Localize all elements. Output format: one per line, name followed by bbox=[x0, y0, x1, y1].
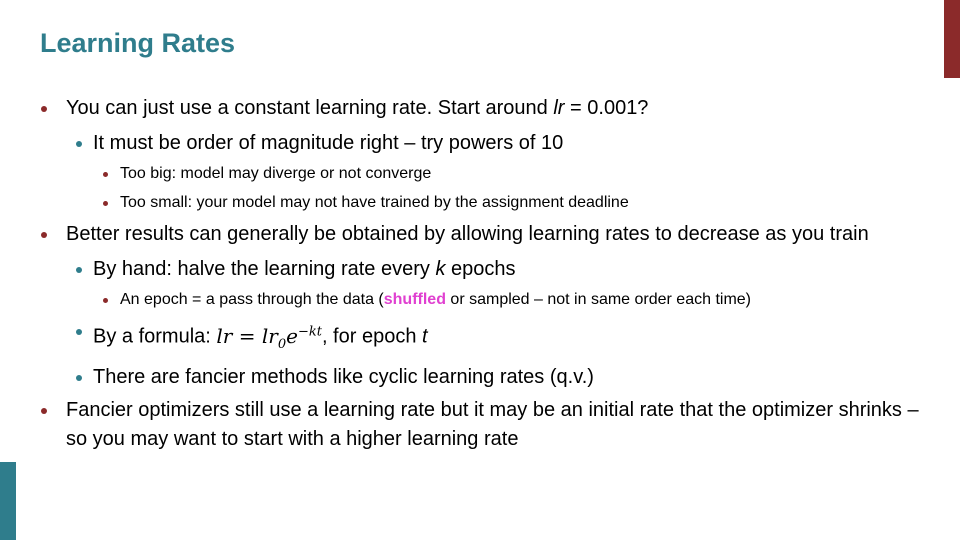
shuffled-highlight: shuffled bbox=[383, 291, 446, 308]
slide-content: You can just use a constant learning rat… bbox=[38, 94, 928, 460]
bullet-too-big: Too big: model may diverge or not conver… bbox=[38, 162, 928, 186]
formula: lr = lr0e−kt bbox=[216, 323, 322, 352]
accent-bar-top bbox=[944, 0, 960, 78]
bullet-too-small: Too small: your model may not have train… bbox=[38, 191, 928, 215]
bullet-dot bbox=[103, 298, 108, 303]
bullet-dot bbox=[41, 106, 47, 112]
bullet-dot bbox=[76, 329, 82, 335]
bullet-decreasing-lr: Better results can generally be obtained… bbox=[38, 220, 928, 249]
bullet-dot bbox=[41, 232, 47, 238]
bullet-dot bbox=[41, 407, 47, 414]
bullet-dot bbox=[76, 374, 82, 381]
bullet-dot bbox=[103, 172, 108, 177]
bullet-dot bbox=[76, 141, 82, 147]
slide-title: Learning Rates bbox=[40, 28, 236, 58]
bullet-dot bbox=[103, 201, 108, 206]
bullet-by-formula: By a formula: lr = lr0e−kt, for epoch t bbox=[38, 317, 928, 359]
bullet-fancier-methods: There are fancier methods like cyclic le… bbox=[38, 363, 928, 392]
bullet-constant-lr: You can just use a constant learning rat… bbox=[38, 94, 928, 123]
bullet-epoch-definition: An epoch = a pass through the data (shuf… bbox=[38, 288, 928, 312]
bullet-order-of-magnitude: It must be order of magnitude right – tr… bbox=[38, 129, 928, 158]
bullet-fancier-optimizers: Fancier optimizers still use a learning … bbox=[38, 396, 928, 454]
accent-bar-bottom bbox=[0, 462, 16, 540]
bullet-by-hand: By hand: halve the learning rate every k… bbox=[38, 255, 928, 284]
bullet-dot bbox=[76, 267, 82, 273]
